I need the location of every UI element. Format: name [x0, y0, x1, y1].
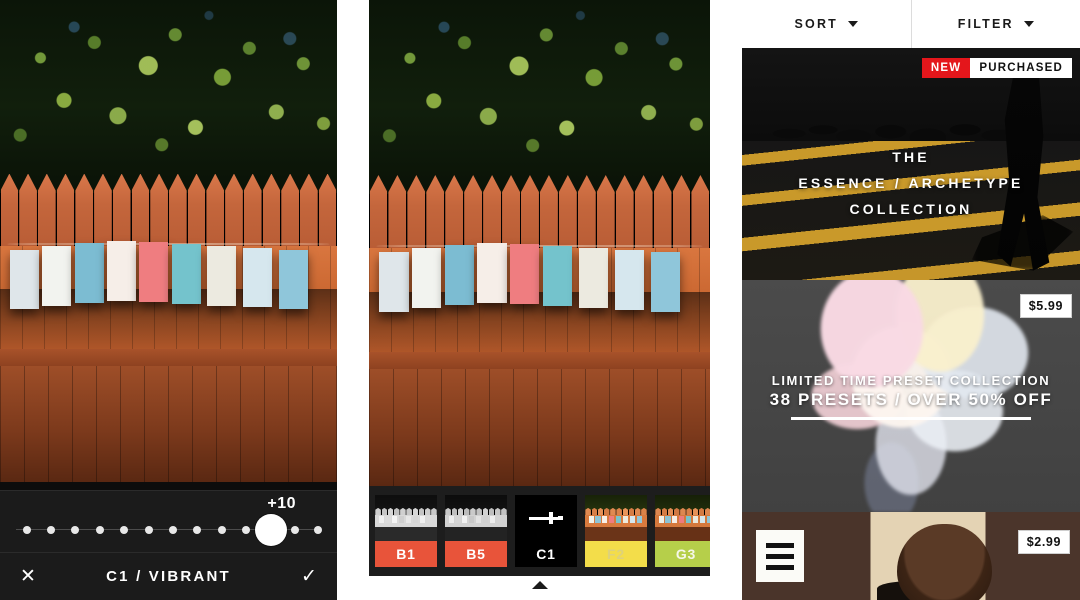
limited-time-subhead: 38 PRESETS / OVER 50% OFF [769, 389, 1053, 409]
chevron-down-icon [848, 21, 859, 27]
photo-lower-fence [0, 366, 337, 482]
panel-preset-store: SORT FILTER NEW PURCHASED THE ESSENCE / … [742, 0, 1080, 600]
filter-button[interactable]: FILTER [912, 17, 1080, 31]
filter-thumb-f2[interactable]: F2 [585, 495, 647, 567]
hamburger-menu-icon[interactable] [756, 530, 804, 582]
filter-thumb-preview [585, 495, 647, 541]
filter-thumb-preview [445, 495, 507, 541]
filter-strip-expand-button[interactable] [369, 576, 710, 600]
adjust-slider-bar[interactable]: +10 [0, 490, 337, 552]
filter-thumb-c1-selected[interactable]: C1 [515, 495, 577, 567]
price-badge: $5.99 [1019, 294, 1072, 318]
filter-thumb-label: B5 [445, 541, 507, 567]
filter-thumb-label: B1 [375, 541, 437, 567]
store-card-badges: NEW PURCHASED [921, 58, 1072, 78]
screenshot-stage: +10 ✕ C1 / VIBRANT ✓ B1 B5 C1 F2 G3 SORT… [0, 0, 1080, 600]
panel-photo-editor: +10 ✕ C1 / VIBRANT ✓ [0, 0, 337, 600]
store-card-title-line-1: THE [892, 149, 930, 166]
filter-label: FILTER [957, 17, 1014, 31]
fence-flags-photo [369, 0, 710, 486]
photo-prayer-flags [375, 243, 704, 340]
filter-thumb-g3[interactable]: G3 [655, 495, 710, 567]
store-card-title-line-2: ESSENCE / ARCHETYPE [798, 175, 1024, 192]
adjust-slider-handle[interactable] [254, 514, 287, 546]
store-card-title-line-3: COLLECTION [849, 201, 973, 218]
photo-lower-fence [369, 369, 710, 486]
limited-time-underline [791, 416, 1031, 420]
photo-picket-tops [369, 174, 710, 253]
limited-time-copy: LIMITED TIME PRESET COLLECTION 38 PRESET… [742, 373, 1080, 420]
fence-flags-photo [0, 0, 337, 482]
photo-flag-string [6, 243, 331, 245]
filter-thumb-label: C1 [536, 546, 556, 562]
panel-filter-picker: B1 B5 C1 F2 G3 [369, 0, 710, 600]
store-card-title: THE ESSENCE / ARCHETYPE COLLECTION [742, 145, 1080, 223]
editor-footer-bar: ✕ C1 / VIBRANT ✓ [0, 552, 337, 600]
store-card-limited-time[interactable]: $5.99 LIMITED TIME PRESET COLLECTION 38 … [742, 280, 1080, 512]
filter-thumbnail-strip[interactable]: B1 B5 C1 F2 G3 [369, 486, 710, 576]
price-badge: $2.99 [1017, 530, 1070, 554]
badge-purchased: PURCHASED [970, 58, 1072, 78]
editor-photo-preview[interactable] [0, 0, 337, 482]
photo-fence-rail [369, 352, 710, 370]
confirm-button[interactable]: ✓ [281, 567, 337, 586]
store-toolbar: SORT FILTER [742, 0, 1080, 48]
cancel-button[interactable]: ✕ [0, 567, 56, 586]
filter-thumb-label: G3 [655, 541, 710, 567]
sort-button[interactable]: SORT [742, 17, 911, 31]
photo-prayer-flags [6, 241, 331, 337]
filter-thumb-b1[interactable]: B1 [375, 495, 437, 567]
filter-adjust-slider-icon [515, 495, 577, 541]
adjust-value-label: +10 [267, 495, 296, 512]
badge-new: NEW [921, 58, 971, 78]
close-icon: ✕ [20, 566, 36, 587]
filter-thumb-b5[interactable]: B5 [445, 495, 507, 567]
filter-thumb-label: F2 [585, 541, 647, 567]
photo-trees-region [0, 0, 337, 193]
chevron-down-icon [1023, 21, 1034, 27]
check-icon: ✓ [301, 566, 317, 587]
photo-fence-rail [0, 349, 337, 367]
filter-photo-preview[interactable] [369, 0, 710, 486]
photo-flag-string [375, 245, 704, 247]
preset-name-label: C1 / VIBRANT [106, 568, 231, 585]
photo-trees-region [369, 0, 710, 195]
filter-thumb-preview [375, 495, 437, 541]
triangle-up-icon [531, 581, 548, 589]
photo-picket-tops [0, 173, 337, 251]
limited-time-headline: LIMITED TIME PRESET COLLECTION [771, 372, 1051, 388]
sort-label: SORT [794, 17, 839, 31]
store-card-essence-archetype[interactable]: NEW PURCHASED THE ESSENCE / ARCHETYPE CO… [742, 48, 1080, 280]
filter-thumb-preview [655, 495, 710, 541]
adjust-slider-track[interactable] [16, 514, 322, 546]
store-card-portrait[interactable]: $2.99 [742, 512, 1080, 600]
